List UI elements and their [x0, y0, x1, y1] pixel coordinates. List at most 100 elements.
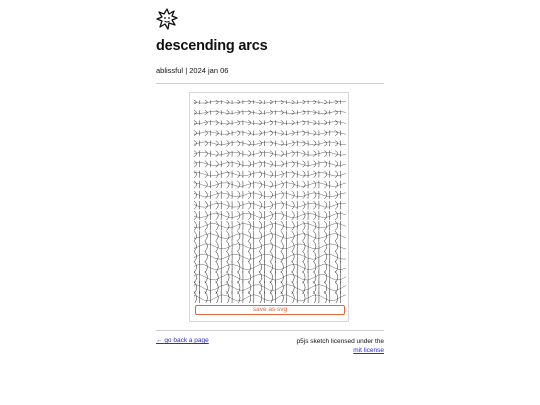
arc-stroke — [291, 140, 295, 147]
arc-stroke — [204, 140, 208, 147]
arc-stroke — [204, 100, 208, 105]
post-date: 2024 jan 06 — [189, 66, 229, 75]
arc-stroke — [291, 190, 295, 200]
arc-stroke — [237, 251, 241, 263]
arc-stroke — [302, 110, 306, 115]
wave-line — [194, 223, 346, 229]
wave-line — [194, 253, 346, 260]
save-as-svg-button[interactable]: save as svg — [195, 305, 345, 315]
arc-stroke — [313, 271, 317, 284]
arc-stroke — [313, 190, 317, 200]
arc-stroke — [269, 140, 273, 147]
arc-stroke — [334, 220, 338, 231]
arc-stroke — [280, 100, 284, 105]
arc-stroke — [194, 271, 197, 284]
arc-stroke — [269, 120, 273, 126]
arc-stroke — [226, 120, 230, 126]
arc-stroke — [237, 190, 241, 200]
arc-stroke — [280, 180, 284, 189]
arc-stroke — [215, 190, 219, 200]
go-back-link[interactable]: ← go back a page — [156, 337, 209, 344]
arc-stroke — [302, 190, 306, 200]
arc-stroke — [226, 160, 230, 168]
arc-stroke — [237, 140, 241, 147]
arc-stroke — [324, 120, 328, 126]
arc-stroke — [313, 100, 317, 105]
arc-stroke — [204, 190, 208, 200]
arc-stroke — [334, 240, 338, 252]
wave-line — [194, 151, 346, 156]
arc-stroke — [334, 210, 338, 221]
arc-stroke — [269, 271, 273, 284]
arc-stroke — [194, 140, 197, 147]
arc-stroke — [237, 180, 241, 189]
arc-stroke — [226, 170, 230, 178]
arc-stroke — [280, 251, 284, 263]
arc-stroke — [302, 160, 306, 168]
arc-stroke — [226, 130, 230, 136]
arc-stroke — [324, 170, 328, 178]
arc-stroke — [204, 120, 208, 126]
arc-stroke — [269, 170, 273, 178]
arc-stroke — [324, 110, 328, 115]
arc-stroke — [302, 130, 306, 136]
arc-stroke — [313, 130, 317, 136]
arc-stroke — [215, 251, 219, 263]
arc-stroke — [204, 210, 208, 221]
arc-stroke — [226, 150, 230, 157]
arc-stroke — [324, 100, 328, 105]
arc-stroke — [248, 150, 252, 157]
arc-stroke — [258, 200, 262, 210]
arc-stroke — [237, 150, 241, 157]
arc-stroke — [313, 210, 317, 221]
arc-stroke — [302, 140, 306, 147]
arc-stroke — [280, 190, 284, 200]
starburst-face-icon[interactable] — [156, 8, 178, 30]
wave-line — [194, 111, 346, 114]
arc-stroke — [226, 240, 230, 252]
arc-stroke — [302, 261, 306, 273]
arc-stroke — [194, 170, 197, 178]
arc-stroke — [248, 240, 252, 252]
arc-stroke — [334, 170, 338, 178]
bottom-divider — [156, 330, 384, 331]
arc-stroke — [226, 110, 230, 115]
wave-line — [194, 131, 346, 135]
arc-stroke — [334, 190, 338, 200]
arc-stroke — [302, 180, 306, 189]
arc-stroke — [194, 261, 197, 273]
arc-stroke — [204, 200, 208, 210]
arc-stroke — [248, 210, 252, 221]
arc-stroke — [313, 120, 317, 126]
arc-stroke — [291, 110, 295, 115]
page-title: descending arcs — [156, 38, 268, 54]
wave-line — [194, 121, 346, 125]
arc-stroke — [248, 160, 252, 168]
descending-arcs-artwork — [194, 100, 346, 303]
arc-stroke — [335, 100, 338, 105]
arc-stroke — [248, 271, 252, 284]
arc-stroke — [280, 150, 284, 157]
mit-license-link[interactable]: mit license — [353, 347, 384, 354]
arc-stroke — [215, 200, 219, 210]
arc-stroke — [302, 271, 306, 284]
arc-stroke — [248, 190, 252, 200]
arc-stroke — [204, 130, 208, 136]
arrow-left-icon: ← — [156, 337, 163, 344]
arc-stroke — [313, 240, 317, 252]
arc-stroke — [204, 180, 208, 189]
wave-line — [194, 294, 346, 302]
arc-stroke — [280, 110, 284, 115]
arc-stroke — [334, 271, 338, 284]
arc-stroke — [248, 100, 252, 105]
arc-stroke — [259, 150, 262, 157]
arc-stroke — [237, 240, 241, 252]
arc-stroke — [269, 130, 273, 136]
arc-stroke — [215, 100, 219, 105]
wave-line — [194, 202, 346, 208]
wave-line — [194, 243, 346, 250]
arc-stroke — [269, 110, 273, 115]
arc-stroke — [248, 251, 252, 263]
arc-stroke — [269, 200, 273, 210]
arc-stroke — [194, 110, 197, 115]
